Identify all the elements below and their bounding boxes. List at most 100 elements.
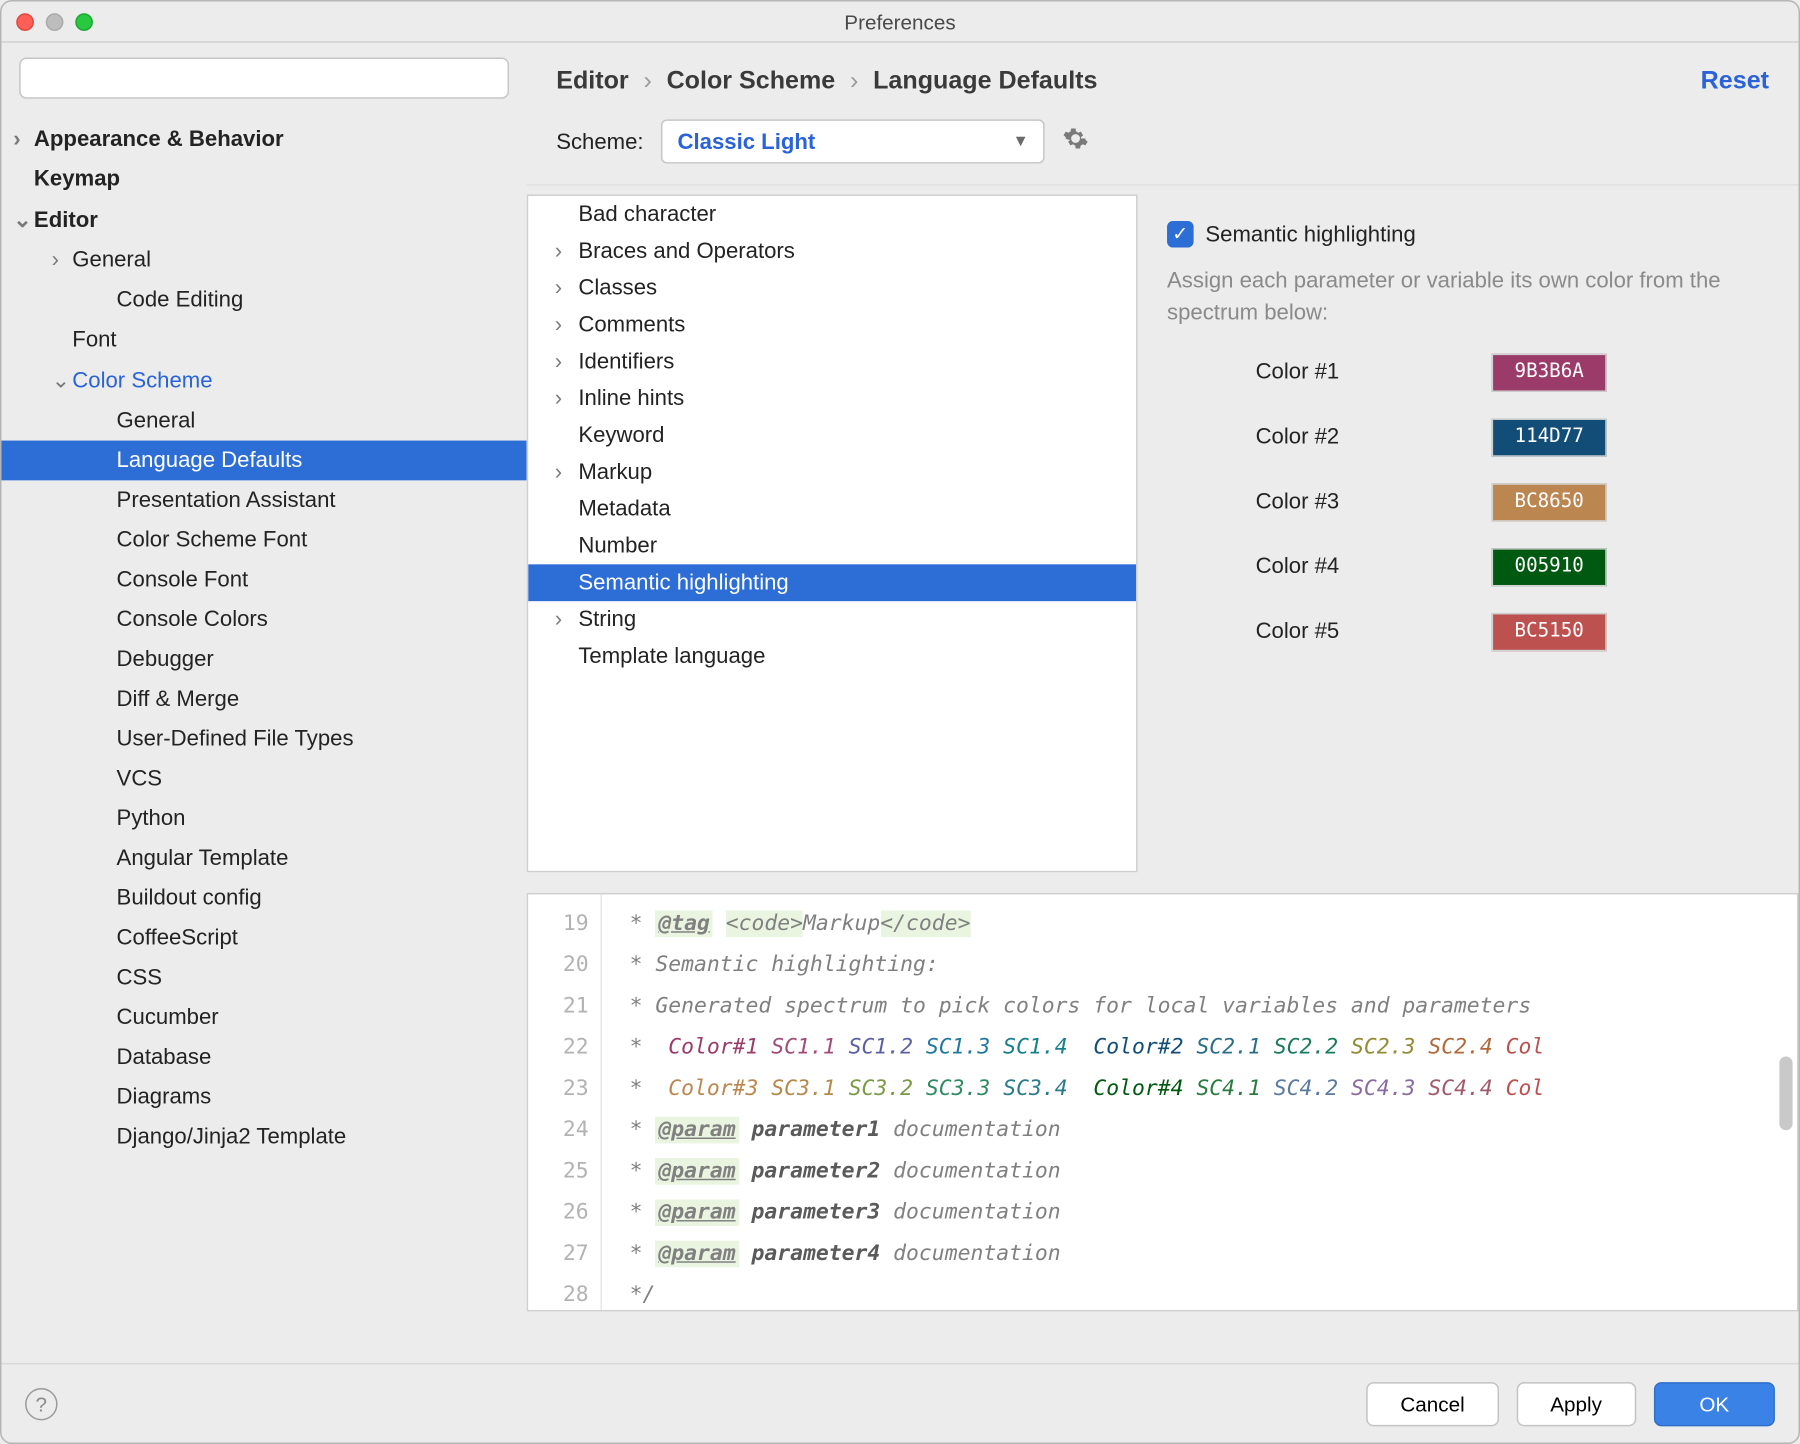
scheme-label: Scheme: — [556, 129, 643, 154]
sidebar-item[interactable]: Console Colors — [1, 600, 526, 640]
sidebar-item[interactable]: User-Defined File Types — [1, 719, 526, 759]
dialog-footer: ? Cancel Apply OK — [1, 1363, 1798, 1443]
sidebar-item[interactable]: Keymap — [1, 159, 526, 199]
category-item[interactable]: ›Markup — [528, 454, 1136, 491]
category-item[interactable]: Metadata — [528, 491, 1136, 528]
sidebar-item-label: Django/Jinja2 Template — [117, 1124, 347, 1149]
category-list[interactable]: Bad character›Braces and Operators›Class… — [527, 194, 1138, 872]
sidebar-item[interactable]: Console Font — [1, 560, 526, 600]
gear-icon[interactable] — [1063, 125, 1090, 159]
sidebar-item[interactable]: VCS — [1, 759, 526, 799]
category-item[interactable]: Semantic highlighting — [528, 564, 1136, 601]
ok-button[interactable]: OK — [1654, 1381, 1775, 1425]
color-stop-row: Color #1 9B3B6A — [1256, 353, 1772, 391]
sidebar-item-label: Presentation Assistant — [117, 488, 336, 513]
sidebar-item-label: General — [117, 408, 196, 433]
color-stops: Color #1 9B3B6A Color #2 114D77 Color #3BC86… — [1167, 353, 1772, 651]
sidebar-item-label: Keymap — [34, 167, 120, 192]
sidebar-item[interactable]: Diagrams — [1, 1077, 526, 1117]
sidebar-item[interactable]: Database — [1, 1037, 526, 1077]
sidebar-item[interactable]: ›General — [1, 240, 526, 280]
sidebar-item[interactable]: Language Defaults — [1, 441, 526, 481]
breadcrumb-part[interactable]: Editor — [556, 66, 628, 95]
color-swatch[interactable]: BC5150 — [1492, 612, 1607, 650]
sidebar-item[interactable]: ⌄Color Scheme — [1, 360, 526, 401]
category-item[interactable]: ›Comments — [528, 306, 1136, 343]
category-item[interactable]: ›Identifiers — [528, 343, 1136, 380]
settings-tree[interactable]: ›Appearance & BehaviorKeymap⌄Editor›Gene… — [1, 113, 526, 1363]
category-item[interactable]: ›String — [528, 601, 1136, 638]
color-stop-row: Color #3BC8650 — [1256, 483, 1772, 521]
search-input[interactable] — [19, 57, 509, 98]
category-item[interactable]: ›Inline hints — [528, 380, 1136, 417]
sidebar-item[interactable]: ›Appearance & Behavior — [1, 119, 526, 159]
scheme-value: Classic Light — [678, 129, 816, 154]
sidebar-item[interactable]: Angular Template — [1, 838, 526, 878]
sidebar-item-label: Font — [72, 327, 116, 352]
color-swatch[interactable]: 005910 — [1492, 547, 1607, 585]
sidebar-item[interactable]: Django/Jinja2 Template — [1, 1117, 526, 1157]
color-swatch[interactable]: 9B3B6A — [1492, 353, 1607, 391]
category-item[interactable]: Template language — [528, 638, 1136, 675]
breadcrumb: Editor › Color Scheme › Language Default… — [527, 43, 1799, 111]
scrollbar-thumb[interactable] — [1779, 1056, 1792, 1130]
color-stop-label: Color #2 — [1256, 424, 1448, 449]
category-label: Markup — [578, 460, 652, 485]
expand-icon: › — [555, 276, 579, 301]
apply-button[interactable]: Apply — [1516, 1381, 1636, 1425]
expand-icon: › — [555, 607, 579, 632]
sidebar-item[interactable]: Diff & Merge — [1, 679, 526, 719]
sidebar-item-label: CoffeeScript — [117, 925, 238, 950]
sidebar-item-label: Code Editing — [117, 287, 244, 312]
category-item[interactable]: Number — [528, 528, 1136, 565]
cancel-button[interactable]: Cancel — [1366, 1381, 1498, 1425]
semantic-highlighting-label: Semantic highlighting — [1205, 222, 1415, 247]
color-stop-row: Color #5BC5150 — [1256, 612, 1772, 650]
sidebar-item[interactable]: CSS — [1, 958, 526, 998]
color-stop-label: Color #4 — [1256, 554, 1448, 579]
sidebar-item[interactable]: CoffeeScript — [1, 918, 526, 958]
gutter: 19202122232425262728 — [528, 894, 602, 1310]
semantic-highlighting-checkbox[interactable]: ✓ — [1167, 221, 1194, 248]
category-item[interactable]: ›Classes — [528, 270, 1136, 307]
sidebar-item-label: General — [72, 248, 151, 273]
color-swatch[interactable]: BC8650 — [1492, 483, 1607, 521]
main-panel: Editor › Color Scheme › Language Default… — [527, 43, 1799, 1363]
category-item[interactable]: Keyword — [528, 417, 1136, 454]
color-swatch[interactable]: 114D77 — [1492, 418, 1607, 456]
sidebar-item[interactable]: Presentation Assistant — [1, 480, 526, 520]
help-icon[interactable]: ? — [25, 1387, 57, 1419]
sidebar-item[interactable]: Python — [1, 799, 526, 839]
sidebar-item[interactable]: Debugger — [1, 639, 526, 679]
expand-icon: › — [555, 460, 579, 485]
code-preview[interactable]: 19202122232425262728 * @tag <code>Markup… — [527, 893, 1799, 1311]
breadcrumb-part[interactable]: Color Scheme — [667, 66, 836, 95]
color-stop-label: Color #1 — [1256, 360, 1448, 385]
sidebar-item[interactable]: Font — [1, 320, 526, 360]
sidebar-item[interactable]: Cucumber — [1, 998, 526, 1038]
sidebar-item[interactable]: Color Scheme Font — [1, 520, 526, 560]
sidebar-item-label: Angular Template — [117, 846, 289, 871]
tree-arrow-icon: › — [13, 127, 34, 152]
sidebar-item-label: Buildout config — [117, 886, 262, 911]
sidebar-item[interactable]: Code Editing — [1, 280, 526, 320]
sidebar-item-label: Debugger — [117, 647, 214, 672]
category-label: String — [578, 607, 636, 632]
sidebar-item[interactable]: ⌄Editor — [1, 199, 526, 240]
scheme-dropdown[interactable]: Classic Light ▼ — [661, 119, 1045, 163]
category-item[interactable]: ›Braces and Operators — [528, 233, 1136, 270]
category-label: Bad character — [578, 202, 716, 227]
sidebar: ›Appearance & BehaviorKeymap⌄Editor›Gene… — [1, 43, 526, 1363]
category-item[interactable]: Bad character — [528, 196, 1136, 233]
category-label: Inline hints — [578, 386, 684, 411]
chevron-right-icon: › — [850, 66, 858, 95]
category-label: Classes — [578, 276, 657, 301]
sidebar-item-label: User-Defined File Types — [117, 726, 354, 751]
sidebar-item-label: Database — [117, 1045, 212, 1070]
sidebar-item[interactable]: Buildout config — [1, 878, 526, 918]
tree-arrow-icon: ⌄ — [13, 206, 34, 233]
reset-link[interactable]: Reset — [1701, 66, 1769, 95]
sidebar-item[interactable]: General — [1, 401, 526, 441]
sidebar-item-label: Editor — [34, 207, 98, 232]
sidebar-item-label: Console Colors — [117, 607, 268, 632]
